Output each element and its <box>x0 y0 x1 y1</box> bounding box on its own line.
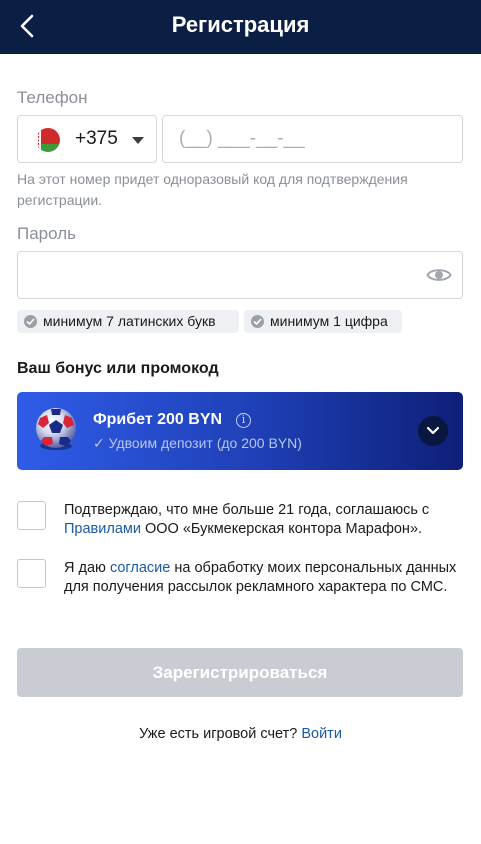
consent-text-part: ООО «Букмекерская контора Марафон». <box>140 521 423 537</box>
belarus-flag-icon <box>36 128 60 152</box>
consent-text-part: Я даю <box>64 560 110 576</box>
eye-icon[interactable] <box>426 263 452 287</box>
app-header: Регистрация <box>0 0 481 54</box>
requirement-text: минимум 7 латинских букв <box>43 313 216 329</box>
password-input[interactable] <box>17 251 463 299</box>
password-requirement-digit: минимум 1 цифра <box>244 310 402 333</box>
page-title: Регистрация <box>171 12 310 37</box>
country-code: +375 <box>75 128 118 149</box>
requirement-text: минимум 1 цифра <box>270 313 388 329</box>
login-link[interactable]: Войти <box>301 726 342 742</box>
bonus-section-title: Ваш бонус или промокод <box>17 360 219 377</box>
rules-link[interactable]: Правилами <box>64 521 141 537</box>
phone-hint: На этот номер придет одноразовый код для… <box>17 171 408 208</box>
login-question: Уже есть игровой счет? <box>139 726 302 742</box>
sms-consent-text: Я даю согласие на обработку моих персона… <box>64 559 464 597</box>
phone-input[interactable] <box>162 115 463 163</box>
sms-consent-checkbox[interactable] <box>17 559 46 588</box>
phone-label: Телефон <box>17 88 88 107</box>
chevron-down-icon <box>426 426 440 435</box>
country-code-select[interactable]: +375 <box>17 115 157 163</box>
check-circle-icon <box>24 315 37 328</box>
info-icon[interactable] <box>236 413 251 428</box>
password-requirement-letters: минимум 7 латинских букв <box>17 310 239 333</box>
expand-bonus-button[interactable] <box>418 416 448 446</box>
consent-link[interactable]: согласие <box>110 560 170 576</box>
register-button[interactable]: Зарегистрироваться <box>17 648 463 697</box>
password-label: Пароль <box>17 224 76 243</box>
login-row: Уже есть игровой счет? Войти <box>0 726 481 742</box>
bonus-card[interactable]: Фрибет 200 BYN ✓ Удвоим депозит (до 200 … <box>17 392 463 470</box>
bonus-description: ✓ Удвоим депозит (до 200 BYN) <box>93 435 302 451</box>
caret-down-icon <box>132 137 144 144</box>
check-circle-icon <box>251 315 264 328</box>
soccer-ball-icon <box>34 406 78 452</box>
age-consent-text: Подтверждаю, что мне больше 21 года, сог… <box>64 501 464 539</box>
age-consent-checkbox[interactable] <box>17 501 46 530</box>
bonus-name: Фрибет 200 BYN <box>93 411 223 428</box>
consent-text-part: Подтверждаю, что мне больше 21 года, сог… <box>64 502 430 518</box>
